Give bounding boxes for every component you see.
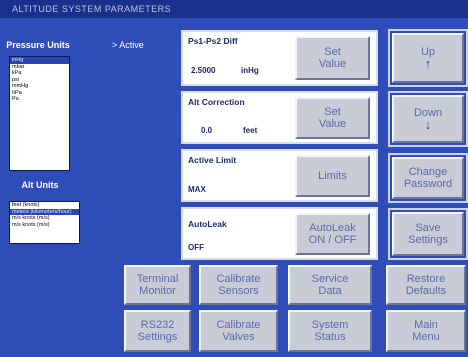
rs232-settings-label-1: RS232 [140, 319, 175, 331]
alt-correction-title: Alt Correction [188, 97, 245, 107]
alt-correction-value: 0.0 [201, 126, 213, 135]
limits-button[interactable]: Limits [295, 155, 370, 197]
ps-diff-title: Ps1-Ps2 Diff [188, 36, 238, 46]
ps-diff-value: 2.5000 [191, 66, 216, 75]
alt-units-label: Alt Units [21, 180, 59, 190]
list-item[interactable]: Pa [10, 96, 69, 103]
save-settings-label-2: Settings [408, 234, 448, 246]
autoleak-panel: AutoLeak OFF AutoLeak ON / OFF [181, 207, 378, 260]
calibrate-sensors-label-2: Sensors [218, 285, 259, 297]
service-data-label-2: Data [318, 285, 342, 297]
restore-defaults-button[interactable]: Restore Defaults [386, 265, 466, 305]
arrow-up-icon: ↑ [424, 56, 432, 71]
save-settings-button[interactable]: Save Settings [392, 212, 464, 256]
set-value-button[interactable]: Set Value [295, 36, 370, 80]
terminal-monitor-label-1: Terminal [136, 273, 179, 285]
change-password-label-2: Password [403, 178, 453, 190]
alt-correction-unit: feet [243, 126, 258, 135]
main-menu-label-1: Main [414, 319, 438, 331]
system-status-button[interactable]: System Status [288, 310, 372, 352]
ps-diff-unit: inHg [241, 66, 259, 75]
pressure-units-list[interactable]: inHg mbar kPa psi mmHg hPa Pa [9, 56, 70, 171]
arrow-down-icon: ↓ [424, 117, 432, 132]
system-status-label-1: System [311, 319, 349, 331]
active-limit-title: Active Limit [188, 155, 237, 165]
system-status-label-2: Status [314, 331, 346, 343]
title-bar: ALTITUDE SYSTEM PARAMETERS [0, 0, 468, 18]
calibrate-sensors-button[interactable]: Calibrate Sensors [199, 265, 278, 305]
alt-correction-panel: Alt Correction 0.0 feet Set Value [181, 91, 378, 144]
terminal-monitor-label-2: Monitor [139, 285, 176, 297]
autoleak-value: OFF [188, 243, 204, 252]
calibrate-sensors-label-1: Calibrate [216, 273, 261, 285]
save-settings-label-1: Save [415, 222, 441, 234]
restore-defaults-label-2: Defaults [405, 285, 447, 297]
alt-units-list[interactable]: feet (knots) meters (kilometers/hour) m/s … [9, 201, 80, 244]
rs232-settings-button[interactable]: RS232 Settings [124, 310, 191, 352]
calibrate-valves-label-1: Calibrate [216, 319, 261, 331]
limits-label: Limits [318, 170, 347, 182]
set-value-label-2: Value [318, 58, 347, 70]
ps-diff-panel: Ps1-Ps2 Diff 2.5000 inHg Set Value [181, 30, 378, 86]
active-limit-value: MAX [188, 185, 206, 194]
change-password-label-1: Change [408, 166, 448, 178]
main-menu-button[interactable]: Main Menu [386, 310, 466, 352]
service-data-button[interactable]: Service Data [288, 265, 372, 305]
active-limit-panel: Active Limit MAX Limits [181, 149, 378, 202]
main-menu-label-2: Menu [412, 331, 440, 343]
active-label: > Active [112, 40, 144, 50]
down-button[interactable]: Down ↓ [392, 95, 464, 143]
autoleak-label-2: ON / OFF [308, 234, 357, 246]
set-value-label-1: Set [324, 106, 341, 118]
calibrate-valves-label-2: Valves [222, 331, 255, 343]
up-button[interactable]: Up ↑ [392, 33, 464, 83]
rs232-settings-label-2: Settings [137, 331, 178, 343]
restore-defaults-label-1: Restore [406, 273, 446, 285]
calibrate-valves-button[interactable]: Calibrate Valves [199, 310, 278, 352]
service-data-label-1: Service [311, 273, 349, 285]
autoleak-label-1: AutoLeak [309, 222, 356, 234]
pressure-units-label: Pressure Units [6, 40, 70, 50]
set-value-label-1: Set [324, 46, 341, 58]
change-password-button[interactable]: Change Password [392, 157, 464, 199]
autoleak-title: AutoLeak [188, 219, 227, 229]
set-value-label-2: Value [318, 118, 347, 130]
list-item[interactable]: m/s knots (m/s) [10, 222, 79, 229]
screen: ALTITUDE SYSTEM PARAMETERS Pressure Unit… [0, 0, 468, 357]
autoleak-toggle-button[interactable]: AutoLeak ON / OFF [295, 213, 370, 255]
terminal-monitor-button[interactable]: Terminal Monitor [124, 265, 191, 305]
set-value-button[interactable]: Set Value [295, 97, 370, 139]
